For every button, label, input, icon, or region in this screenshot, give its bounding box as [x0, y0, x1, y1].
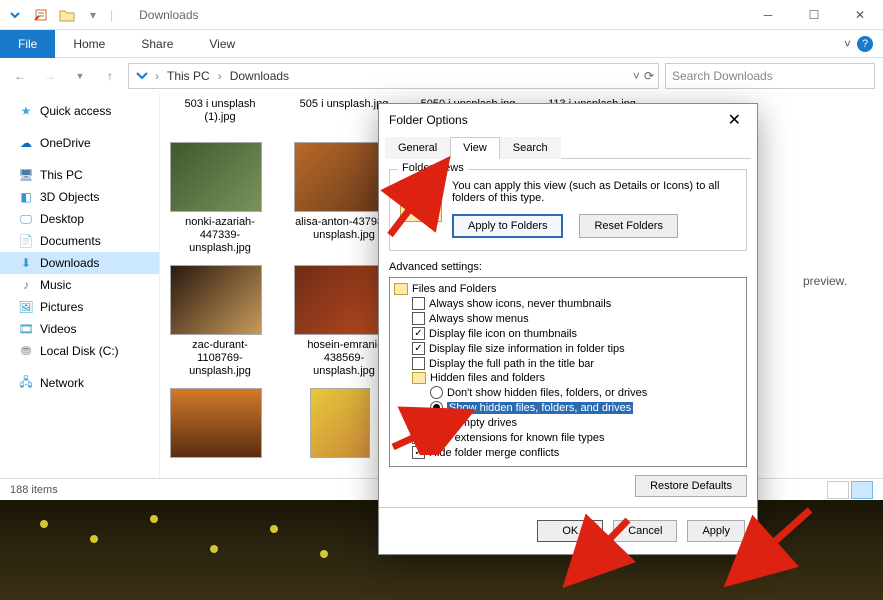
checkbox[interactable] — [412, 342, 425, 355]
sidebar-music[interactable]: ♪Music — [0, 274, 159, 296]
dialog-tab-view[interactable]: View — [450, 137, 500, 159]
network-icon: 🖧 — [18, 375, 34, 391]
radio-button[interactable] — [430, 401, 443, 414]
checkbox[interactable] — [412, 312, 425, 325]
chevron-right-icon[interactable]: › — [218, 69, 222, 83]
sidebar-onedrive[interactable]: ☁OneDrive — [0, 132, 159, 154]
reset-folders-button[interactable]: Reset Folders — [579, 214, 677, 238]
checkbox[interactable] — [412, 297, 425, 310]
refresh-icon[interactable]: ⟳ — [644, 69, 654, 83]
file-item[interactable]: 503 i unsplash (1).jpg — [170, 98, 270, 132]
nav-recent-icon[interactable]: ▼ — [68, 64, 92, 88]
address-bar[interactable]: › This PC › Downloads ˅ ⟳ — [128, 63, 659, 89]
dialog-title: Folder Options — [389, 113, 468, 127]
sidebar-documents[interactable]: 📄Documents — [0, 230, 159, 252]
dialog-tab-search[interactable]: Search — [500, 137, 561, 159]
sidebar-videos[interactable]: 🎞Videos — [0, 318, 159, 340]
music-icon: ♪ — [18, 277, 34, 293]
view-icons-button[interactable] — [851, 481, 873, 499]
sidebar-downloads[interactable]: ⬇Downloads — [0, 252, 159, 274]
dialog-close-button[interactable]: ✕ — [722, 110, 747, 130]
checkbox[interactable] — [412, 431, 425, 444]
radio-button[interactable] — [430, 386, 443, 399]
qat-overflow-icon[interactable]: ▾ — [82, 4, 104, 26]
preview-pane-message: preview. — [803, 274, 863, 288]
chevron-right-icon[interactable]: › — [155, 69, 159, 83]
documents-icon: 📄 — [18, 233, 34, 249]
folder-icon — [412, 372, 426, 384]
dialog-tab-general[interactable]: General — [385, 137, 450, 159]
search-input[interactable]: Search Downloads — [665, 63, 875, 89]
qat-folder-icon[interactable] — [56, 4, 78, 26]
help-icon[interactable]: ? — [857, 36, 873, 52]
search-placeholder: Search Downloads — [672, 69, 773, 83]
sidebar-this-pc[interactable]: 🖥This PC — [0, 164, 159, 186]
ribbon-tab-home[interactable]: Home — [55, 30, 123, 58]
sidebar-3d-objects[interactable]: ◧3D Objects — [0, 186, 159, 208]
pc-icon: 🖥 — [18, 167, 34, 183]
close-button[interactable]: ✕ — [837, 0, 883, 30]
cube-icon: ◧ — [18, 189, 34, 205]
nav-forward-button[interactable]: → — [38, 64, 62, 88]
star-icon: ★ — [18, 103, 34, 119]
ok-button[interactable]: OK — [537, 520, 603, 542]
pictures-icon: 🖼 — [18, 299, 34, 315]
view-details-button[interactable] — [827, 481, 849, 499]
ribbon-tab-file[interactable]: File — [0, 30, 55, 58]
breadcrumb-down-icon — [133, 67, 151, 85]
drive-icon: ⛃ — [18, 343, 34, 359]
breadcrumb-downloads[interactable]: Downloads — [226, 69, 293, 83]
sidebar-quick-access[interactable]: ★Quick access — [0, 100, 159, 122]
sidebar-desktop[interactable]: 🖵Desktop — [0, 208, 159, 230]
address-dropdown-icon[interactable]: ˅ — [633, 69, 640, 83]
sidebar-network[interactable]: 🖧Network — [0, 372, 159, 394]
sidebar-local-disk[interactable]: ⛃Local Disk (C:) — [0, 340, 159, 362]
status-item-count: 188 items — [10, 484, 58, 496]
address-row: ← → ▼ ↑ › This PC › Downloads ˅ ⟳ Search… — [0, 58, 883, 94]
apply-to-folders-button[interactable]: Apply to Folders — [452, 214, 563, 238]
breadcrumb-this-pc[interactable]: This PC — [163, 69, 214, 83]
file-item[interactable]: zac-durant-1108769-unsplash.jpg — [170, 265, 270, 378]
folder-views-icon — [400, 180, 442, 222]
folder-views-text: You can apply this view (such as Details… — [452, 180, 736, 204]
apply-button[interactable]: Apply — [687, 520, 745, 542]
nav-back-button[interactable]: ← — [8, 64, 32, 88]
cancel-button[interactable]: Cancel — [613, 520, 677, 542]
ribbon-expand-icon[interactable]: ˅ — [844, 37, 851, 51]
nav-sidebar: ★Quick access ☁OneDrive 🖥This PC ◧3D Obj… — [0, 94, 160, 514]
advanced-settings-label: Advanced settings: — [389, 261, 747, 273]
file-item[interactable] — [170, 388, 270, 462]
maximize-button[interactable]: ☐ — [791, 0, 837, 30]
selected-hidden-option: Show hidden files, folders, and drives — [447, 402, 633, 414]
checkbox[interactable] — [412, 327, 425, 340]
qat-properties-icon[interactable] — [30, 4, 52, 26]
checkbox[interactable] — [412, 357, 425, 370]
cloud-icon: ☁ — [18, 135, 34, 151]
restore-defaults-button[interactable]: Restore Defaults — [635, 475, 747, 497]
ribbon-tab-view[interactable]: View — [191, 30, 253, 58]
title-bar: ▾ | Downloads ─ ☐ ✕ — [0, 0, 883, 30]
folder-options-dialog: Folder Options ✕ General View Search Fol… — [378, 103, 758, 555]
desktop-icon: 🖵 — [18, 211, 34, 227]
folder-views-legend: Folder views — [398, 162, 468, 174]
download-icon: ⬇ — [18, 255, 34, 271]
advanced-settings-tree[interactable]: Files and Folders Always show icons, nev… — [389, 277, 747, 467]
nav-up-button[interactable]: ↑ — [98, 64, 122, 88]
sidebar-pictures[interactable]: 🖼Pictures — [0, 296, 159, 318]
checkbox[interactable] — [412, 416, 425, 429]
minimize-button[interactable]: ─ — [745, 0, 791, 30]
ribbon: File Home Share View ˅ ? — [0, 30, 883, 58]
checkbox[interactable] — [412, 446, 425, 459]
videos-icon: 🎞 — [18, 321, 34, 337]
folder-icon — [394, 283, 408, 295]
qat-down-arrow-icon[interactable] — [4, 4, 26, 26]
window-title: Downloads — [139, 8, 198, 22]
ribbon-tab-share[interactable]: Share — [123, 30, 191, 58]
file-item[interactable]: nonki-azariah-447339-unsplash.jpg — [170, 142, 270, 255]
